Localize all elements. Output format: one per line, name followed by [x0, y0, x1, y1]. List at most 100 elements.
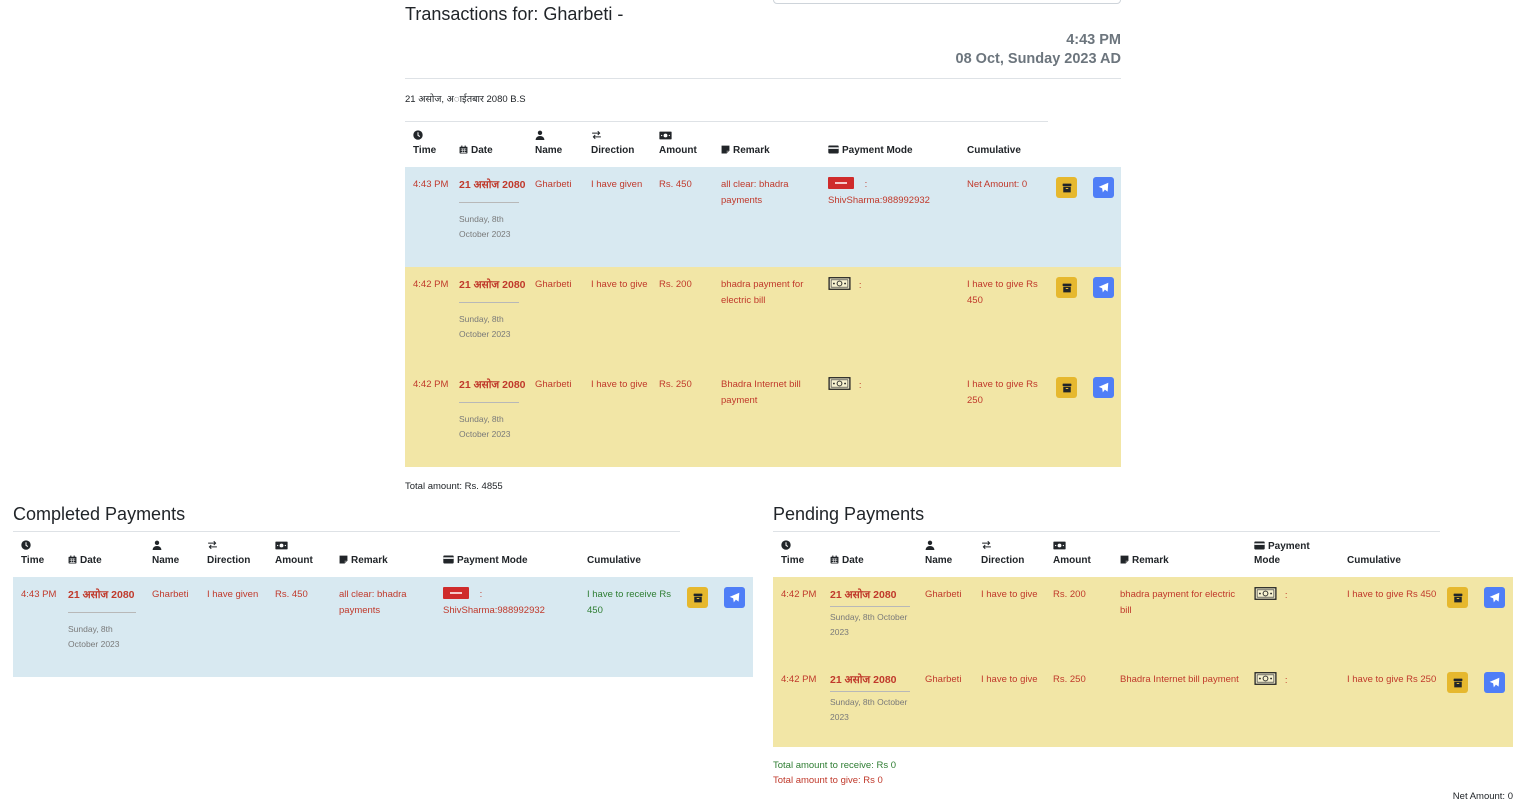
row-date: 21 असोज 2080 Sunday, 8th October 2023 — [60, 577, 144, 677]
total-amount: Total amount: Rs. 4855 — [405, 481, 503, 492]
pending-payments-title: Pending Payments — [773, 504, 925, 524]
row-remark: Bhadra Internet bill payment — [713, 367, 820, 467]
row-amount: Rs. 200 — [651, 267, 713, 367]
row-date-en: Sunday, 8th October 2023 — [830, 697, 908, 722]
table-row: 4:42 PM 21 असोज 2080 Sunday, 8th October … — [773, 662, 1513, 747]
col-cumulative: Cumulative — [587, 555, 641, 566]
row-amount: Rs. 200 — [1045, 577, 1112, 662]
row-name: Gharbeti — [144, 577, 199, 677]
bank-logo-icon — [828, 177, 854, 189]
cash-icon — [1254, 672, 1277, 685]
date-divider — [459, 202, 519, 203]
row-direction: I have to give — [973, 662, 1045, 747]
table-header-row: Time Date Name Direction Amount Remark P… — [405, 130, 1121, 167]
calendar-icon — [459, 145, 468, 156]
col-payment-mode: Payment Mode — [820, 130, 959, 167]
col-action-send — [716, 540, 753, 577]
paper-plane-icon — [729, 592, 740, 603]
archive-button[interactable] — [687, 587, 708, 608]
row-date-np: 21 असोज 2080 — [459, 279, 526, 291]
row-time: 4:42 PM — [405, 267, 451, 367]
clock-icon — [413, 130, 451, 144]
credit-card-icon — [1254, 541, 1265, 552]
paper-plane-icon — [1489, 592, 1500, 603]
archive-button[interactable] — [1056, 277, 1077, 298]
send-button[interactable] — [1093, 277, 1114, 298]
row-time: 4:43 PM — [405, 167, 451, 267]
payment-account: ShivSharma:988992932 — [828, 195, 930, 206]
send-button[interactable] — [1484, 587, 1505, 608]
completed-payments-title: Completed Payments — [13, 504, 186, 524]
row-time: 4:42 PM — [405, 367, 451, 467]
user-icon — [925, 540, 973, 554]
archive-button[interactable] — [1447, 672, 1468, 693]
row-amount: Rs. 450 — [651, 167, 713, 267]
divider — [405, 78, 1121, 79]
row-payment-mode: : ShivSharma:988992932 — [820, 167, 959, 267]
table-row: 4:43 PM 21 असोज 2080 Sunday, 8th October … — [13, 577, 753, 677]
net-amount: Net Amount: 0 — [1452, 791, 1513, 802]
paper-plane-icon — [1098, 382, 1109, 393]
col-action-archive — [1048, 130, 1085, 167]
user-icon — [152, 540, 199, 554]
row-payment-mode: : — [820, 367, 959, 467]
row-cumulative: Net Amount: 0 — [959, 167, 1048, 267]
archive-button[interactable] — [1056, 377, 1077, 398]
cash-icon — [1254, 587, 1277, 600]
date-divider — [68, 612, 136, 613]
paper-plane-icon — [1098, 182, 1109, 193]
col-date: Date — [60, 540, 144, 577]
row-date-np: 21 असोज 2080 — [830, 589, 897, 601]
archive-icon — [693, 593, 703, 603]
row-date: 21 असोज 2080 Sunday, 8th October 2023 — [822, 662, 917, 747]
total-to-receive: Total amount to receive: Rs 0 — [773, 760, 897, 771]
table-header-row: Time Date Name Direction Amount Remark P… — [13, 540, 753, 577]
archive-button[interactable] — [1056, 177, 1077, 198]
col-cumulative: Cumulative — [967, 145, 1021, 156]
cash-icon — [828, 377, 851, 390]
table-header-row: Time Date Name Direction Amount Remark P… — [773, 540, 1513, 577]
row-date: 21 असोज 2080 Sunday, 8th October 2023 — [822, 577, 917, 662]
row-remark: bhadra payment for electric bill — [713, 267, 820, 367]
send-button[interactable] — [1484, 672, 1505, 693]
current-date-ad: 08 Oct, Sunday 2023 AD — [955, 51, 1121, 67]
row-name: Gharbeti — [527, 267, 583, 367]
table-row: 4:42 PM 21 असोज 2080 Sunday, 8th October … — [405, 267, 1121, 367]
row-date-en: Sunday, 8th October 2023 — [68, 624, 120, 649]
divider — [773, 531, 1440, 532]
row-cumulative: I have to give Rs 450 — [1339, 577, 1439, 662]
row-remark: all clear: bhadra payments — [331, 577, 435, 677]
col-action-archive — [1439, 540, 1476, 577]
exchange-icon — [981, 540, 1045, 554]
row-date-en: Sunday, 8th October 2023 — [459, 314, 511, 339]
send-button[interactable] — [1093, 177, 1114, 198]
col-direction: Direction — [973, 540, 1045, 577]
pending-payments-table: Time Date Name Direction Amount Remark P… — [773, 540, 1513, 747]
divider — [405, 121, 1048, 122]
page-title: Transactions for: Gharbeti - — [405, 4, 624, 24]
note-icon — [1120, 555, 1129, 566]
search-input[interactable] — [773, 0, 1121, 4]
exchange-icon — [591, 130, 651, 144]
send-button[interactable] — [724, 587, 745, 608]
col-action-archive — [679, 540, 716, 577]
archive-icon — [1453, 593, 1463, 603]
paper-plane-icon — [1489, 677, 1500, 688]
row-name: Gharbeti — [527, 367, 583, 467]
cash-icon — [828, 277, 851, 290]
archive-icon — [1062, 183, 1072, 193]
archive-icon — [1062, 283, 1072, 293]
col-remark: Remark — [713, 130, 820, 167]
row-payment-mode: : — [1246, 662, 1339, 747]
row-date-np: 21 असोज 2080 — [459, 179, 526, 191]
col-action-send — [1085, 130, 1121, 167]
col-amount: Amount — [267, 540, 331, 577]
col-direction: Direction — [199, 540, 267, 577]
calendar-icon — [830, 555, 839, 566]
archive-button[interactable] — [1447, 587, 1468, 608]
clock-icon — [781, 540, 822, 554]
col-action-send — [1476, 540, 1513, 577]
send-button[interactable] — [1093, 377, 1114, 398]
row-amount: Rs. 250 — [651, 367, 713, 467]
row-amount: Rs. 250 — [1045, 662, 1112, 747]
